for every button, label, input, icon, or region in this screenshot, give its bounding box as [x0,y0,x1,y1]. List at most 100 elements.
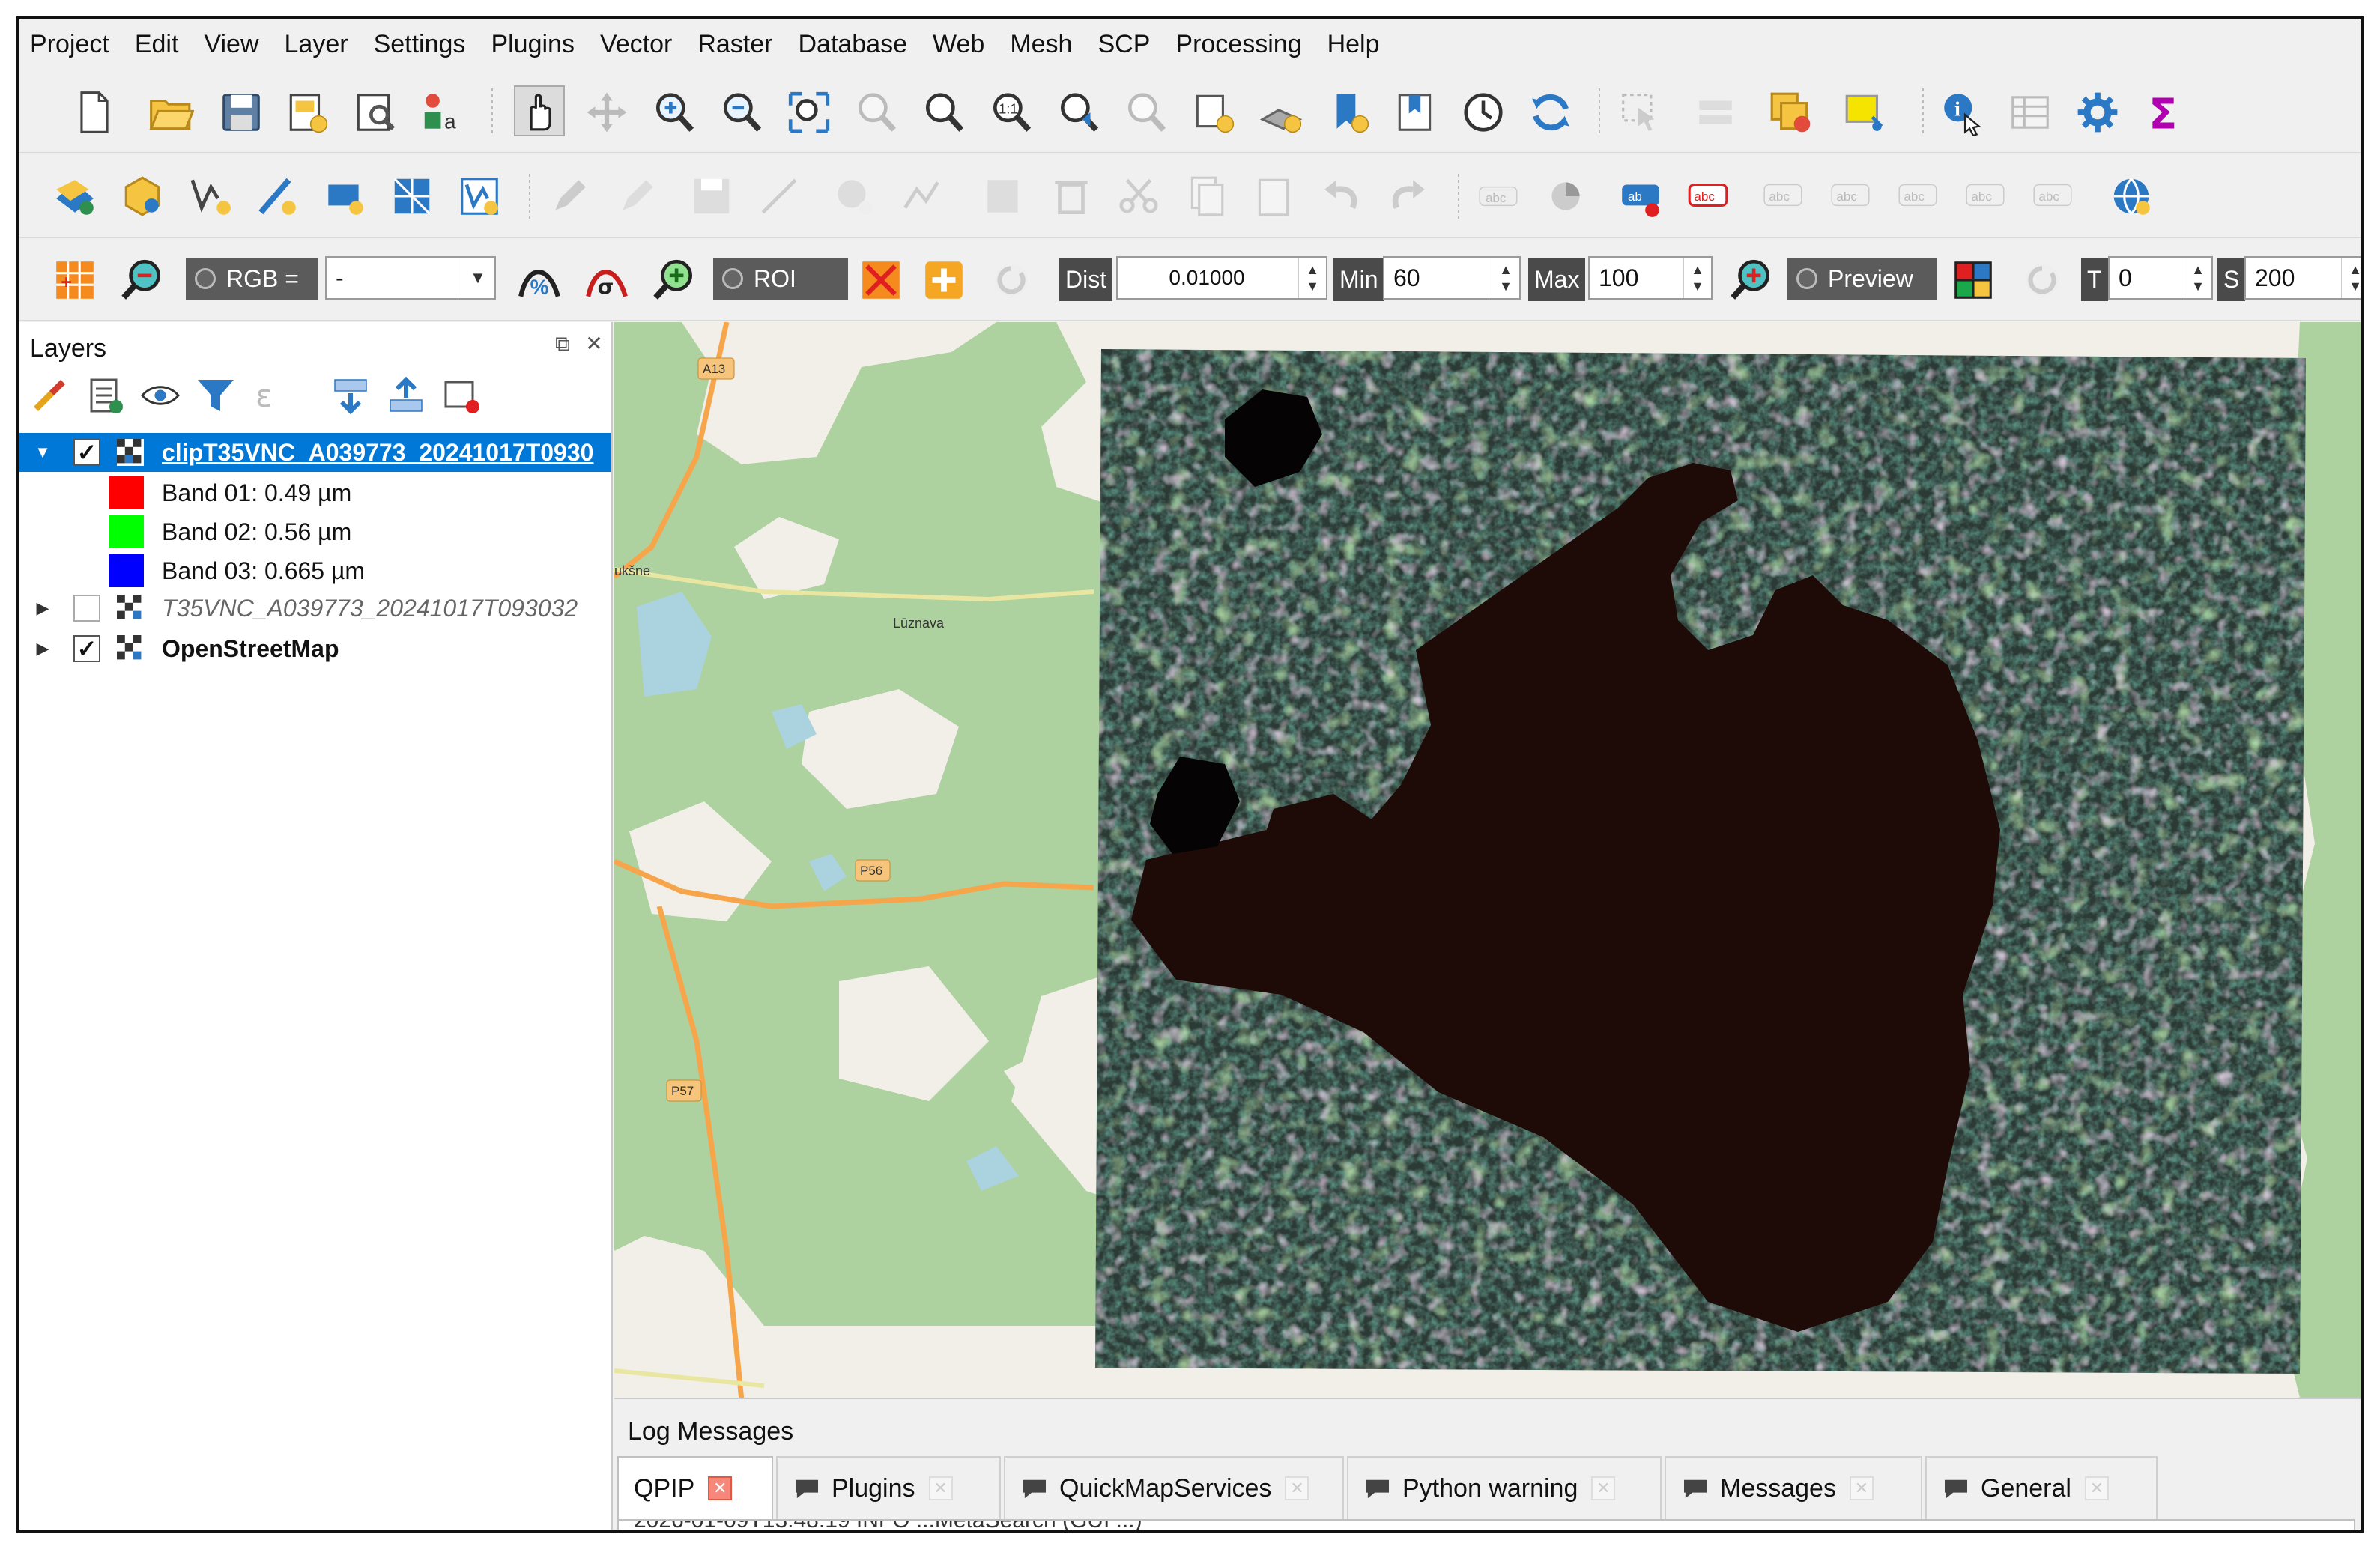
new-shapefile-layer-icon[interactable] [184,171,235,222]
tab-quickmapservices[interactable]: QuickMapServices ✕ [1004,1456,1344,1519]
attribute-table-icon[interactable] [2005,87,2056,138]
zoom-to-layer-icon[interactable] [918,87,969,138]
label-toolbar-icon[interactable]: abc [1473,171,1524,222]
dist-spinbox[interactable]: 0.01000 ▲ ▼ [1116,256,1327,300]
close-tab-icon[interactable]: ✕ [1591,1476,1616,1500]
deselect-icon[interactable] [1690,87,1741,138]
menu-database[interactable]: Database [798,30,907,59]
spin-arrows-icon[interactable]: ▲ ▼ [1492,258,1519,298]
zoom-next-icon[interactable] [1121,87,1172,138]
activate-roi-pointer-icon[interactable] [918,255,969,306]
new-print-layout-icon[interactable] [282,87,333,138]
layer-visibility-checkbox[interactable] [73,595,100,622]
deselect-all-icon[interactable] [1765,87,1816,138]
cut-features-icon[interactable] [1113,171,1164,222]
close-tab-icon[interactable]: ✕ [1849,1476,1874,1500]
layout-manager-icon[interactable] [349,87,400,138]
local-cumulative-stretch-icon[interactable]: % [514,255,565,306]
new-annotation-layer-icon[interactable] [454,171,505,222]
roi-toggle-icon[interactable] [722,268,743,289]
zoom-full-icon[interactable] [784,87,835,138]
redo-roi-icon[interactable] [986,255,1037,306]
layer-row-t35vnc[interactable]: ▶ T35VNC_A039773_20241017T093032 [19,589,611,628]
map-canvas[interactable]: A13 P56 P57 ukšne Lūznava [614,322,2361,1398]
menu-mesh[interactable]: Mesh [1010,30,1072,59]
layer-row-clip[interactable]: ▼ ✓ clipT35VNC_A039773_20241017T0930 [19,433,611,472]
label-properties-icon[interactable]: abc [2027,171,2078,222]
close-tab-icon[interactable]: ✕ [2084,1476,2109,1500]
close-tab-icon[interactable]: ✕ [1285,1476,1309,1500]
tab-plugins[interactable]: Plugins ✕ [776,1456,1001,1519]
zoom-preview-icon[interactable] [1726,255,1777,306]
menu-settings[interactable]: Settings [374,30,466,59]
layer-visibility-checkbox[interactable]: ✓ [73,439,100,466]
rgb-combo[interactable]: - ▼ [325,256,496,300]
remove-layer-icon[interactable] [439,373,484,418]
preview-toggle-icon[interactable] [1796,268,1817,289]
new-mesh-layer-icon[interactable] [387,171,437,222]
zoom-native-icon[interactable]: 1:1 [986,87,1037,138]
zoom-out-icon[interactable] [716,87,767,138]
t-spinbox[interactable]: 0 ▲ ▼ [2108,256,2213,300]
new-virtual-layer-icon[interactable] [319,171,370,222]
zoom-roi-icon[interactable] [649,255,700,306]
menu-raster[interactable]: Raster [697,30,772,59]
expand-chevron-icon[interactable]: ▶ [34,598,51,618]
float-panel-icon[interactable]: ⧉ [551,333,574,355]
expand-all-icon[interactable] [328,373,373,418]
scp-band-set-icon[interactable]: + [49,255,100,306]
select-by-expression-icon[interactable] [1840,87,1891,138]
rotate-label-icon[interactable]: abc [1892,171,1943,222]
show-hide-label-icon[interactable]: abc [1757,171,1808,222]
max-spinbox[interactable]: 100 ▲ ▼ [1588,256,1713,300]
tab-general[interactable]: General ✕ [1925,1456,2158,1519]
spin-arrows-icon[interactable]: ▲ ▼ [1683,258,1711,298]
new-map-view-icon[interactable] [1188,87,1239,138]
menu-edit[interactable]: Edit [135,30,179,59]
close-tab-icon[interactable]: ✕ [928,1476,953,1500]
settings-gear-icon[interactable] [2072,87,2123,138]
zoom-to-selection-icon[interactable] [851,87,902,138]
open-layer-styling-icon[interactable] [27,373,72,418]
expand-chevron-icon[interactable]: ▼ [34,443,51,462]
new-geopackage-layer-icon[interactable] [117,171,168,222]
paste-features-icon[interactable] [1248,171,1299,222]
new-project-icon[interactable] [69,87,120,138]
classification-preview-icon[interactable] [1948,255,1999,306]
identify-features-icon[interactable]: i [1937,87,1988,138]
vertex-tool-icon[interactable] [896,171,947,222]
open-project-icon[interactable] [145,87,196,138]
add-layer-icon[interactable] [49,171,100,222]
filter-by-expression-icon[interactable]: ε [249,373,294,418]
menu-scp[interactable]: SCP [1097,30,1150,59]
layer-visibility-checkbox[interactable]: ✓ [73,635,100,662]
spin-arrows-icon[interactable]: ▲ ▼ [2341,258,2361,298]
toggle-editing-icon[interactable] [611,171,662,222]
new-temporary-layer-icon[interactable] [252,171,303,222]
menu-project[interactable]: Project [30,30,109,59]
menu-web[interactable]: Web [933,30,984,59]
style-manager-icon[interactable]: a [417,87,467,138]
digitize-line-icon[interactable] [754,171,805,222]
menu-processing[interactable]: Processing [1175,30,1301,59]
spin-arrows-icon[interactable]: ▲ ▼ [2184,258,2211,298]
current-edits-icon[interactable] [544,171,595,222]
select-features-icon[interactable] [1615,87,1666,138]
diagram-icon[interactable] [1540,171,1591,222]
menu-plugins[interactable]: Plugins [491,30,575,59]
filter-legend-icon[interactable] [193,373,238,418]
expand-chevron-icon[interactable]: ▶ [34,639,51,658]
zoom-in-icon[interactable] [649,87,700,138]
tab-qpip[interactable]: QPIP ✕ [617,1456,773,1519]
pin-label-icon[interactable]: abc [1683,171,1733,222]
log-text-area[interactable]: 2026-01-09T13:48:19 INFO ...MetaSearch (… [617,1519,2355,1530]
highlight-label-icon[interactable]: ab [1615,171,1666,222]
show-bookmarks-icon[interactable] [1390,87,1441,138]
min-spinbox[interactable]: 60 ▲ ▼ [1383,256,1521,300]
close-tab-icon[interactable]: ✕ [708,1476,733,1500]
quickmapservices-globe-icon[interactable] [2106,171,2157,222]
spin-arrows-icon[interactable]: ▲ ▼ [1298,258,1326,298]
change-label-icon[interactable]: abc [1960,171,2011,222]
refresh-icon[interactable] [1525,87,1576,138]
temporal-controller-icon[interactable] [1458,87,1509,138]
